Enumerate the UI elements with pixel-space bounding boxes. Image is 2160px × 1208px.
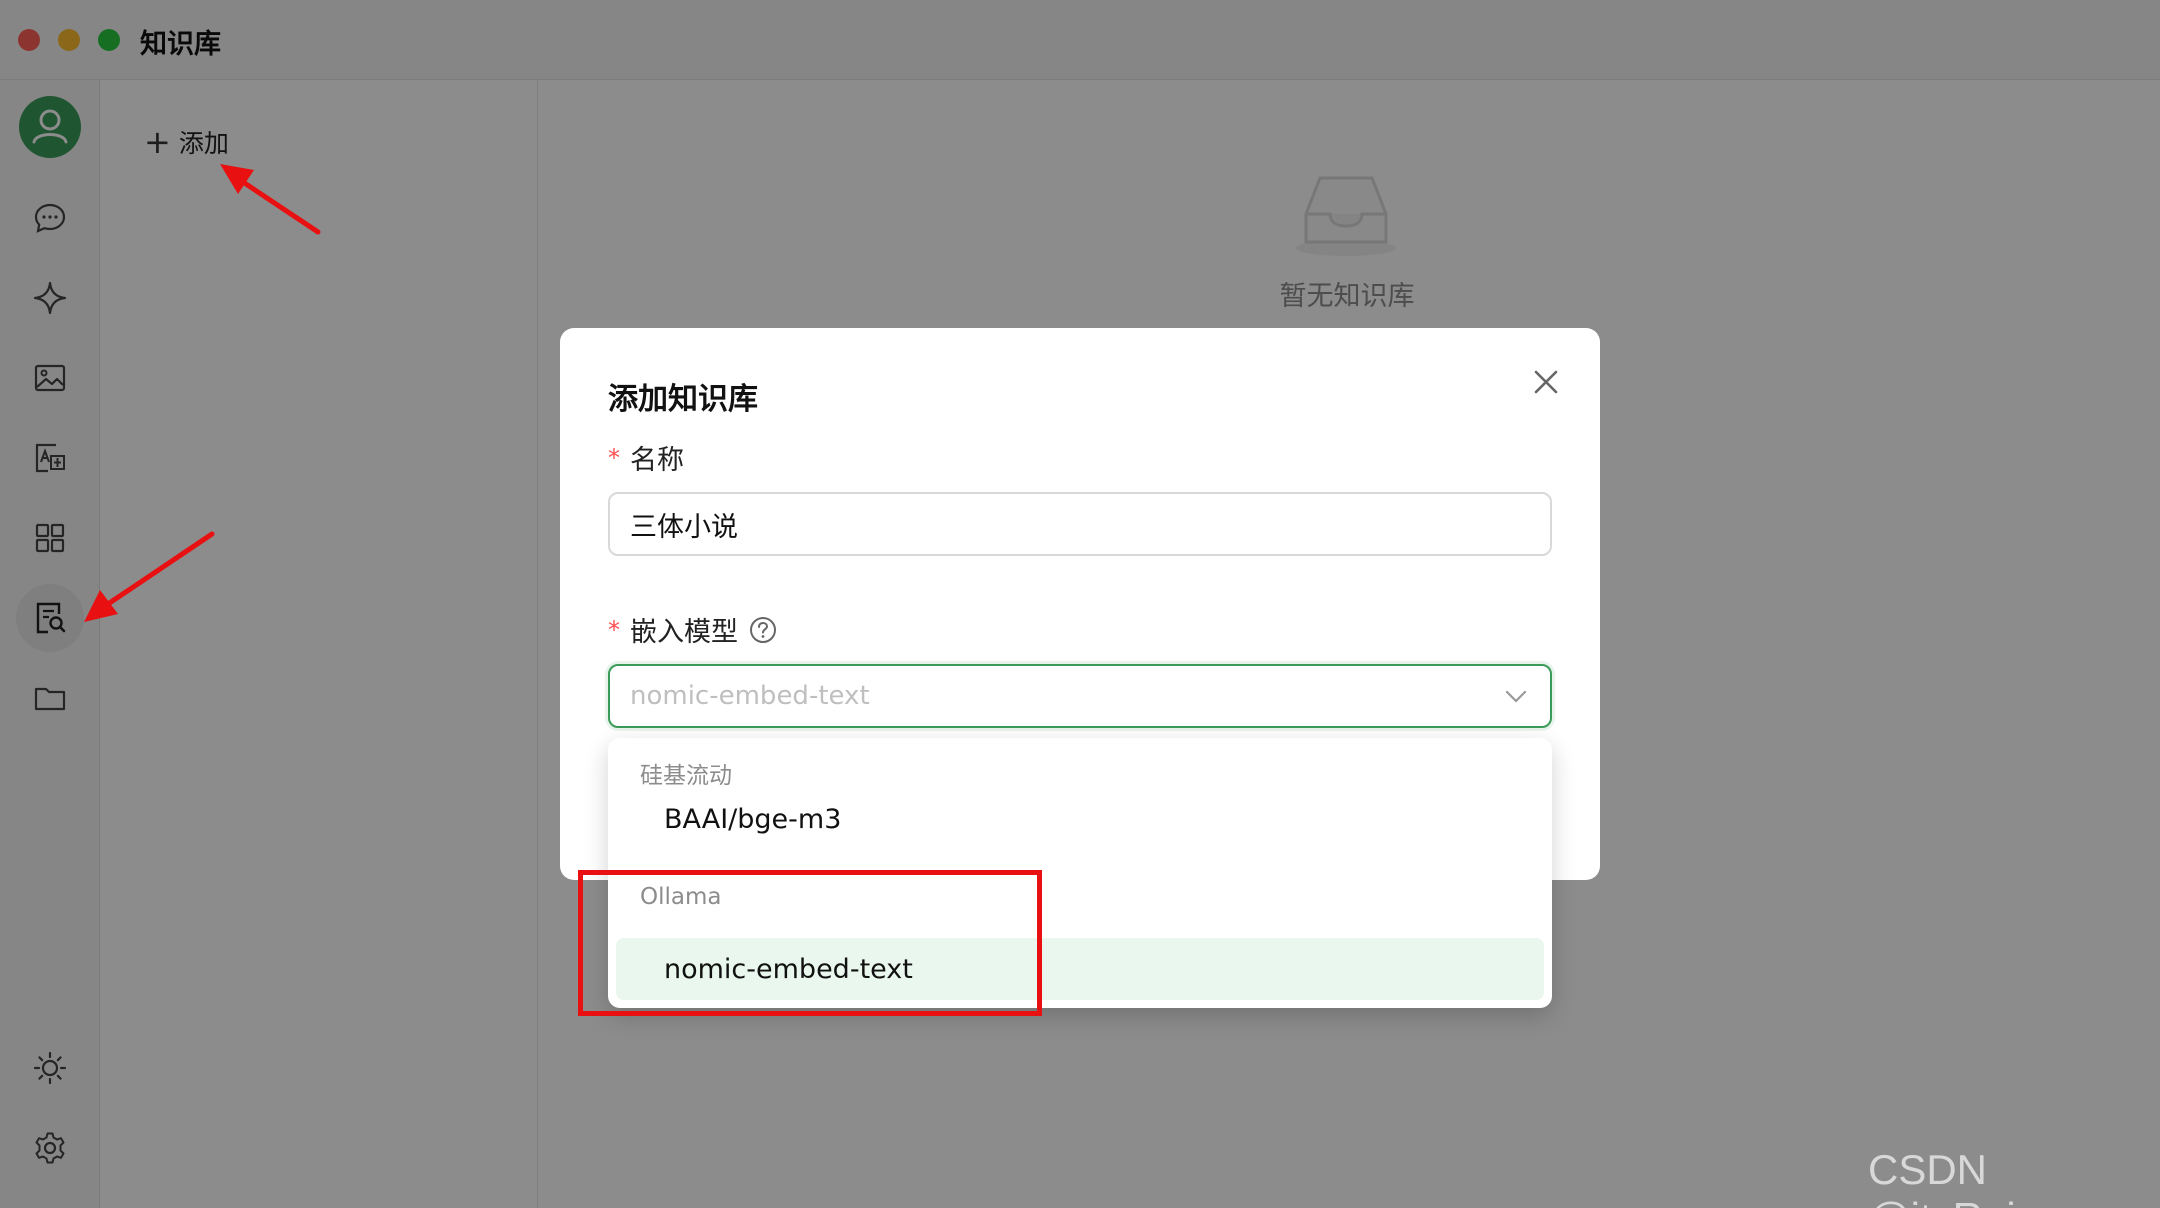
watermark: CSDN @itsRain xyxy=(1868,1146,2039,1208)
name-label-text: 名称 xyxy=(630,445,684,476)
help-circle-icon[interactable] xyxy=(748,615,778,645)
close-icon[interactable] xyxy=(1526,362,1566,402)
name-input[interactable] xyxy=(608,492,1552,556)
chevron-down-icon xyxy=(1505,690,1527,703)
select-placeholder: nomic-embed-text xyxy=(630,681,870,711)
annotation-arrow-icon xyxy=(220,164,321,235)
app-window: 知识库 + 添加 暂无知识库 添加知识库 * 名称 三体小说 * 嵌入模型 no… xyxy=(0,0,2160,1208)
embed-field-label: * 嵌入模型 xyxy=(608,610,778,649)
option-bge-m3[interactable]: BAAI/bge-m3 xyxy=(616,788,1544,850)
embed-label-text: 嵌入模型 xyxy=(630,617,738,648)
embed-model-select[interactable]: nomic-embed-text xyxy=(608,664,1552,728)
required-mark: * xyxy=(608,615,620,644)
annotation-highlight-box xyxy=(578,870,1042,1016)
required-mark: * xyxy=(608,443,620,472)
group-label-siliconflow: 硅基流动 xyxy=(640,763,732,789)
annotation-arrow-icon xyxy=(84,531,215,622)
dialog-title: 添加知识库 xyxy=(608,382,758,417)
name-field-label: * 名称 xyxy=(608,438,684,477)
